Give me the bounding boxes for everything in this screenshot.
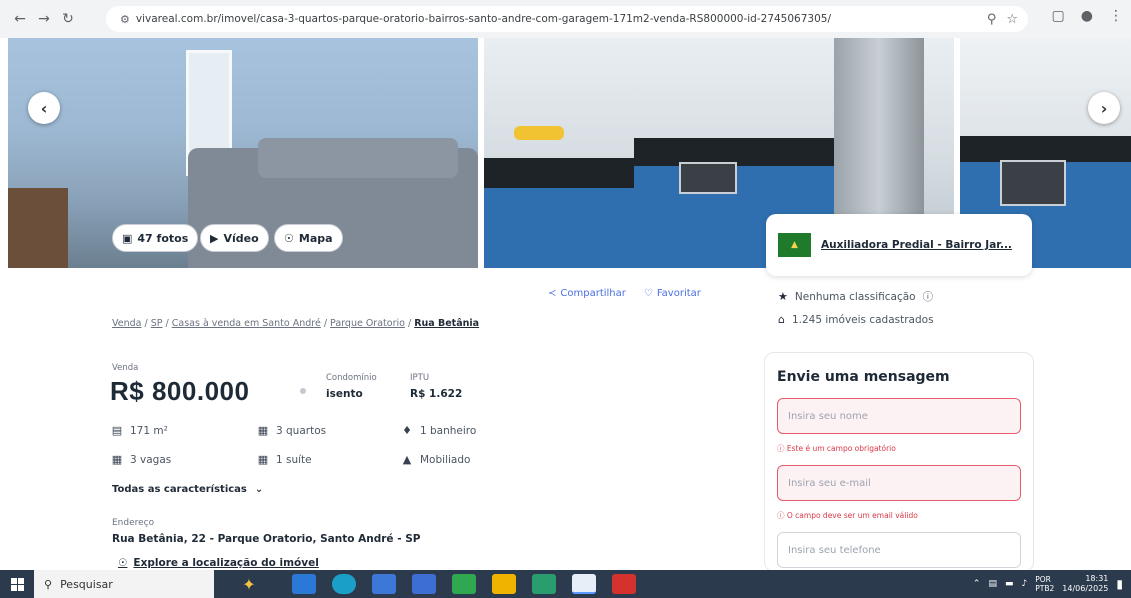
photos-button[interactable]: ▣ 47 fotos xyxy=(112,224,199,252)
weather-widget-icon[interactable]: ✦ xyxy=(214,570,284,598)
gallery-prev-button[interactable]: ‹ xyxy=(28,92,60,124)
chevron-up-icon[interactable]: ⌃ xyxy=(973,579,981,589)
bath-icon: ▦ xyxy=(257,453,269,466)
phone-field[interactable]: Insira seu telefone xyxy=(777,532,1021,568)
favorite-button[interactable]: ♡ Favoritar xyxy=(644,288,701,299)
breadcrumb: Venda / SP / Casas à venda em Santo Andr… xyxy=(112,318,480,329)
share-icon: ≺ xyxy=(548,288,557,299)
reload-icon[interactable]: ↻ xyxy=(56,7,80,31)
sofa-icon: ▲ xyxy=(402,453,412,466)
feature-furnished: ▲ Mobiliado xyxy=(400,453,471,466)
address: Rua Betânia, 22 - Parque Oratorio, Santo… xyxy=(112,533,421,545)
breadcrumb-item[interactable]: Parque Oratorio xyxy=(330,318,405,329)
name-error: ⓘ Este é um campo obrigatório xyxy=(777,444,896,453)
notification-icon[interactable]: ▮ xyxy=(1116,577,1123,591)
info-icon[interactable]: ⓘ xyxy=(923,289,934,304)
excel-icon[interactable] xyxy=(532,574,556,594)
battery-icon[interactable]: ▬ xyxy=(1005,579,1014,589)
menu-icon[interactable]: ⋮ xyxy=(1109,8,1123,24)
breadcrumb-item[interactable]: SP xyxy=(151,318,163,329)
iptu-label: IPTU xyxy=(410,373,430,383)
zoom-icon[interactable]: ⚲ xyxy=(987,12,997,27)
system-tray: ⌃ ▤ ▬ ♪ POR PTB2 18:31 14/06/2025 ▮ xyxy=(973,570,1123,598)
feature-parking: ▦ 3 vagas xyxy=(111,453,172,466)
extensions-icon[interactable]: ▢ xyxy=(1052,8,1065,24)
share-favorite-row: ≺ Compartilhar ♡ Favoritar xyxy=(548,288,701,299)
agency-card[interactable]: ▲ Auxiliadora Predial - Bairro Jar... xyxy=(766,214,1032,276)
explore-location-link[interactable]: ☉ Explore a localização do imóvel xyxy=(118,557,319,569)
browser-toolbar: ← → ↻ ⚙ vivareal.com.br/imovel/casa-3-qu… xyxy=(0,0,1131,38)
volume-icon[interactable]: ♪ xyxy=(1022,579,1028,589)
feature-area: ▤ 171 m² xyxy=(111,424,168,437)
photo-icon: ▣ xyxy=(122,231,133,245)
shower-icon: ♦ xyxy=(402,424,412,437)
windows-icon xyxy=(10,577,24,591)
chevron-down-icon: ⌄ xyxy=(254,484,264,495)
folder-icon[interactable] xyxy=(492,574,516,594)
map-button[interactable]: ☉ Mapa xyxy=(274,224,343,252)
bed-icon: ▦ xyxy=(257,424,269,437)
url-text[interactable]: vivareal.com.br/imovel/casa-3-quartos-pa… xyxy=(136,13,956,25)
feature-bedrooms: ▦ 3 quartos xyxy=(257,424,327,437)
video-icon: ▶ xyxy=(210,231,219,245)
address-bar[interactable]: ⚙ vivareal.com.br/imovel/casa-3-quartos-… xyxy=(106,6,1028,32)
car-icon: ▦ xyxy=(111,453,123,466)
app-icon[interactable] xyxy=(452,574,476,594)
agency-logo: ▲ xyxy=(778,233,811,257)
agency-rating: ★ Nenhuma classificação ⓘ xyxy=(778,289,934,304)
bookmark-star-icon[interactable]: ☆ xyxy=(1006,12,1018,27)
iptu-value: R$ 1.622 xyxy=(410,388,463,400)
search-icon: ⚲ xyxy=(44,577,53,591)
feature-suites: ▦ 1 suíte xyxy=(257,453,312,466)
taskbar-search[interactable]: ⚲ Pesquisar xyxy=(34,570,214,598)
email-field[interactable]: Insira seu e-mail xyxy=(777,465,1021,501)
language-indicator[interactable]: POR PTB2 xyxy=(1035,575,1054,593)
agency-listings: ⌂ 1.245 imóveis cadastrados xyxy=(778,313,934,326)
agency-name[interactable]: Auxiliadora Predial - Bairro Jar... xyxy=(821,239,1020,251)
breadcrumb-current[interactable]: Rua Betânia xyxy=(414,318,479,329)
price-separator xyxy=(300,388,306,394)
calendar-icon[interactable] xyxy=(412,574,436,594)
file-explorer-icon[interactable] xyxy=(292,574,316,594)
chrome-icon[interactable] xyxy=(572,574,596,594)
clock[interactable]: 18:31 14/06/2025 xyxy=(1062,574,1108,594)
back-icon[interactable]: ← xyxy=(8,7,32,31)
share-button[interactable]: ≺ Compartilhar xyxy=(548,288,626,299)
price: R$ 800.000 xyxy=(110,376,250,406)
feature-bathrooms: ♦ 1 banheiro xyxy=(400,424,476,437)
pdf-icon[interactable] xyxy=(612,574,636,594)
map-icon: ☉ xyxy=(118,557,128,569)
home-icon: ⌂ xyxy=(778,313,785,326)
name-field[interactable]: Insira seu nome xyxy=(777,398,1021,434)
edge-icon[interactable] xyxy=(332,574,356,594)
condo-label: Condomínio xyxy=(326,373,377,383)
address-label: Endereço xyxy=(112,518,155,528)
contact-form: Envie uma mensagem Insira seu nome ⓘ Est… xyxy=(764,352,1034,572)
taskbar: ⚲ Pesquisar ✦ ⌃ ▤ ▬ ♪ POR PTB2 18:31 14/… xyxy=(0,570,1131,598)
network-icon[interactable]: ▤ xyxy=(988,579,997,589)
breadcrumb-item[interactable]: Venda xyxy=(112,318,141,329)
heart-icon: ♡ xyxy=(643,288,653,299)
map-pin-icon: ☉ xyxy=(284,231,294,245)
gallery-next-button[interactable]: › xyxy=(1088,92,1120,124)
video-button[interactable]: ▶ Vídeo xyxy=(200,224,269,252)
star-icon: ★ xyxy=(778,290,788,303)
all-features-toggle[interactable]: Todas as características ⌄ xyxy=(112,484,263,495)
forward-icon[interactable]: → xyxy=(32,7,56,31)
contact-form-title: Envie uma mensagem xyxy=(777,369,950,385)
area-icon: ▤ xyxy=(111,424,123,437)
price-label: Venda xyxy=(112,363,139,373)
breadcrumb-item[interactable]: Casas à venda em Santo André xyxy=(172,318,321,329)
store-icon[interactable] xyxy=(372,574,396,594)
start-button[interactable] xyxy=(0,570,34,598)
condo-value: isento xyxy=(326,388,363,400)
profile-icon[interactable]: ● xyxy=(1081,8,1093,24)
email-error: ⓘ O campo deve ser um email válido xyxy=(777,511,918,520)
site-info-icon[interactable]: ⚙ xyxy=(120,13,130,26)
